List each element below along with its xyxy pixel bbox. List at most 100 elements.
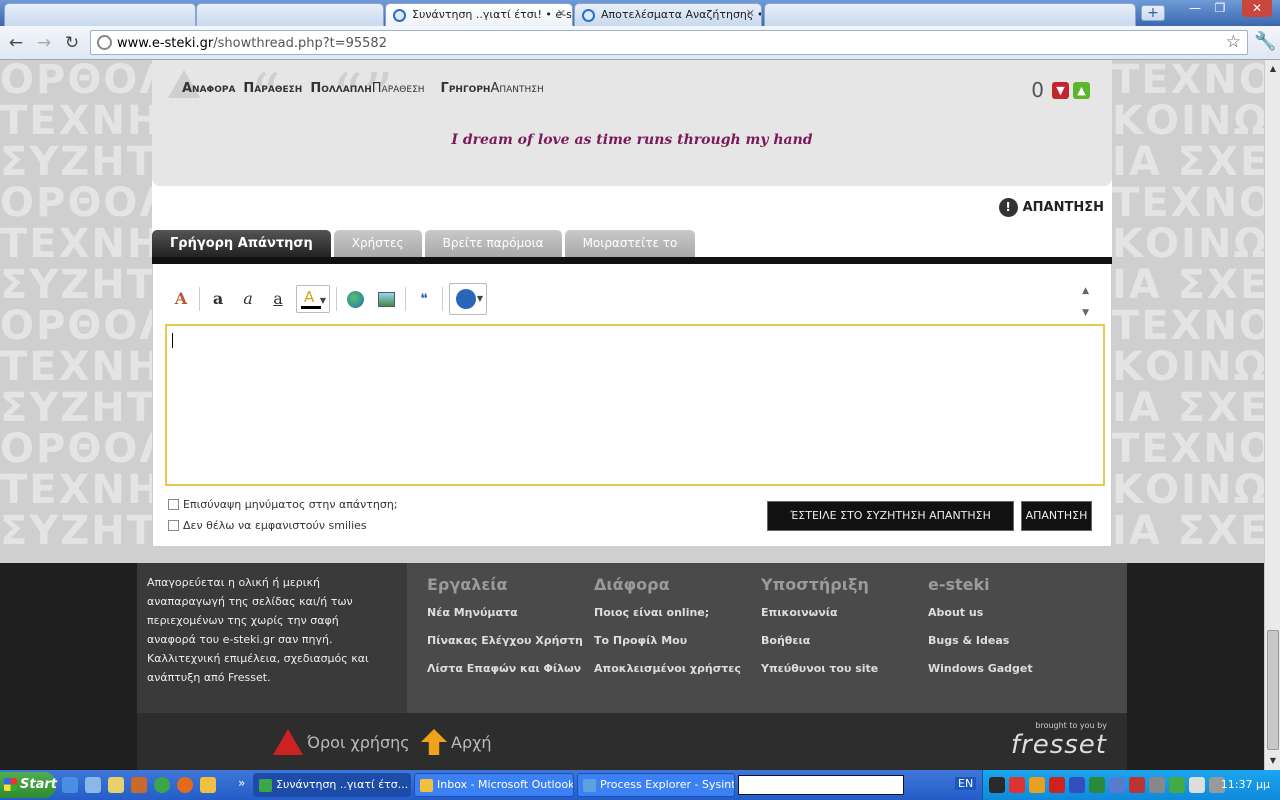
more-icon[interactable]: » [238, 776, 245, 790]
footer-link[interactable]: Υπεύθυνοι του site [761, 662, 878, 690]
smilies-button[interactable]: ▼ [449, 283, 487, 315]
post-advanced-button[interactable]: ΈΣΤΕΙΛΕ ΣΤΟ ΣΥΖΗΤΗΣΗ ΑΠΑΝΤΗΣΗ [767, 501, 1014, 531]
message-textarea[interactable] [165, 324, 1105, 486]
tab-users[interactable]: Χρήστες [333, 230, 422, 257]
post-reply-button[interactable]: ΑΠΑΝΤΗΣΗ [1021, 501, 1092, 531]
taskbar-item-outlook[interactable]: Inbox - Microsoft Outlook [414, 773, 574, 797]
process-explorer-icon [583, 779, 596, 792]
tab-similar[interactable]: Βρείτε παρόμοια [424, 230, 562, 257]
taskbar-item-procexp[interactable]: Process Explorer - Sysint... [577, 773, 735, 797]
home-link[interactable]: Αρχή [421, 729, 491, 755]
thumbs-up-icon[interactable]: ▲ [1073, 81, 1090, 99]
wrench-menu-icon[interactable]: 🔧 [1254, 31, 1276, 52]
forward-button[interactable]: → [34, 33, 54, 53]
fresset-credit[interactable]: brought to you by fresset [1011, 721, 1107, 760]
maximize-button[interactable]: ❐ [1208, 0, 1232, 17]
terms-link[interactable]: Όροι χρήσης [273, 729, 410, 755]
back-button[interactable]: ← [6, 33, 26, 53]
browser-tab-search[interactable]: Αποτελέσματα Αναζήτησης • ✕ [574, 3, 762, 26]
copyright-notice: Απαγορεύεται η ολική ή μερική αναπαραγωγ… [147, 576, 369, 684]
insert-image-icon[interactable] [378, 291, 395, 307]
resize-toggle-icon[interactable]: ▲ ▼ [1082, 280, 1089, 324]
taskbar-item-chrome[interactable]: Συνάντηση ..γιατί έτσ... [253, 773, 411, 797]
tab-quick-reply[interactable]: Γρήγορη Απάντηση [152, 230, 331, 257]
tray-icon[interactable] [1129, 777, 1145, 793]
scroll-up-icon[interactable]: ▲ [1265, 62, 1280, 76]
tray-icon[interactable] [1109, 777, 1125, 793]
footer-link[interactable]: Windows Gadget [928, 662, 1033, 690]
browser-tab-blank-1[interactable] [4, 3, 196, 26]
footer-link[interactable]: Ποιος είναι online; [594, 606, 741, 634]
tray-icon[interactable] [1049, 777, 1065, 793]
multiquote-button[interactable]: ΠολλαπληΠαραθεση [310, 81, 424, 96]
browser-tab-active[interactable]: Συνάντηση ..γιατί έτσι! • e-st ✕ [385, 3, 573, 26]
thumbs-down-icon[interactable]: ▼ [1052, 81, 1069, 99]
quicklaunch-icon[interactable] [85, 777, 101, 793]
tray-icon[interactable] [1149, 777, 1165, 793]
tray-icon[interactable] [1169, 777, 1185, 793]
tray-icon[interactable] [1009, 777, 1025, 793]
footer-link[interactable]: Το Προφίλ Μου [594, 634, 741, 662]
reputation-box: 0 ▼ ▲ [1031, 78, 1090, 102]
quickreply-button[interactable]: ΓρηγορηΑπαντηση [441, 81, 544, 96]
checkbox[interactable] [168, 499, 179, 510]
tray-icon[interactable] [989, 777, 1005, 793]
close-window-button[interactable]: ✕ [1242, 0, 1272, 17]
reply-button[interactable]: ! ΑΠΑΝΤΗΣΗ [998, 198, 1104, 217]
scroll-thumb[interactable] [1267, 630, 1279, 750]
outlook-icon[interactable] [200, 777, 216, 793]
reload-button[interactable]: ↻ [62, 33, 82, 53]
footer-link[interactable]: Bugs & Ideas [928, 634, 1033, 662]
quote-icon: “ [250, 61, 281, 131]
close-icon[interactable]: ✕ [557, 7, 566, 20]
start-label: Start [20, 777, 57, 792]
option-attach-quote[interactable]: Επισύναψη μηνύματος στην απάντηση; [168, 498, 398, 511]
bookmark-star-icon[interactable]: ☆ [1226, 32, 1241, 52]
chrome-icon[interactable] [154, 777, 170, 793]
tab-share[interactable]: Μοιραστείτε το [564, 230, 696, 257]
option-disable-smilies[interactable]: Δεν θέλω να εμφανιστούν smilies [168, 519, 367, 532]
scroll-down-icon[interactable]: ▼ [1265, 754, 1280, 768]
firefox-icon[interactable] [177, 777, 193, 793]
footer-link[interactable]: Βοήθεια [761, 634, 878, 662]
font-style-icon[interactable]: A [169, 287, 193, 311]
start-button[interactable]: Start [0, 772, 57, 798]
text-color-button[interactable]: A ▼ [296, 285, 330, 313]
tool-icon[interactable] [131, 777, 147, 793]
checkbox[interactable] [168, 520, 179, 531]
minimize-button[interactable]: — [1183, 0, 1207, 17]
tray-icon[interactable] [1029, 777, 1045, 793]
address-bar[interactable]: www.e-steki.gr/showthread.php?t=95582 ☆ [90, 30, 1248, 55]
quote-button[interactable]: Παραθεση [243, 81, 302, 96]
tray-icon[interactable] [1069, 777, 1085, 793]
quote-insert-icon[interactable]: ❝ [412, 287, 436, 311]
language-indicator[interactable]: EN [955, 777, 977, 790]
system-tray: 11:37 μμ [982, 770, 1280, 800]
option-label: Επισύναψη μηνύματος στην απάντηση; [183, 498, 398, 511]
browser-tab-blank-3[interactable] [764, 3, 1136, 26]
vertical-scrollbar[interactable]: ▲ ▼ [1264, 60, 1280, 770]
close-icon[interactable]: ✕ [746, 7, 755, 20]
footer-link[interactable]: Πίνακας Ελέγχου Χρήστη [427, 634, 583, 662]
report-button[interactable]: Αναφορα [182, 81, 235, 96]
footer-link[interactable]: Αποκλεισμένοι χρήστες [594, 662, 741, 690]
ie-icon[interactable] [62, 777, 78, 793]
new-tab-button[interactable]: + [1141, 5, 1165, 21]
footer-link[interactable]: About us [928, 606, 1033, 634]
footer-link[interactable]: Νέα Μηνύματα [427, 606, 583, 634]
color-swatch [301, 306, 321, 309]
footer-link[interactable]: Επικοινωνία [761, 606, 878, 634]
notepad-icon[interactable] [108, 777, 124, 793]
browser-tab-blank-2[interactable] [196, 3, 384, 26]
underline-icon[interactable]: a [266, 287, 290, 311]
footer-bottom: Όροι χρήσης Αρχή brought to you by fress… [137, 713, 1127, 770]
italic-icon[interactable]: a [236, 287, 260, 311]
footer-link[interactable]: Λίστα Επαφών και Φίλων [427, 662, 583, 690]
link-globe-icon[interactable] [347, 290, 364, 308]
taskbar-address-box[interactable] [738, 775, 904, 795]
quick-reply-editor: A a a a A ▼ ❝ ▼ ▲ ▼ Επισύναψη μηνύματος … [152, 264, 1112, 547]
system-clock[interactable]: 11:37 μμ [1221, 778, 1270, 791]
bold-icon[interactable]: a [206, 287, 230, 311]
tray-icon[interactable] [1189, 777, 1205, 793]
tray-icon[interactable] [1089, 777, 1105, 793]
